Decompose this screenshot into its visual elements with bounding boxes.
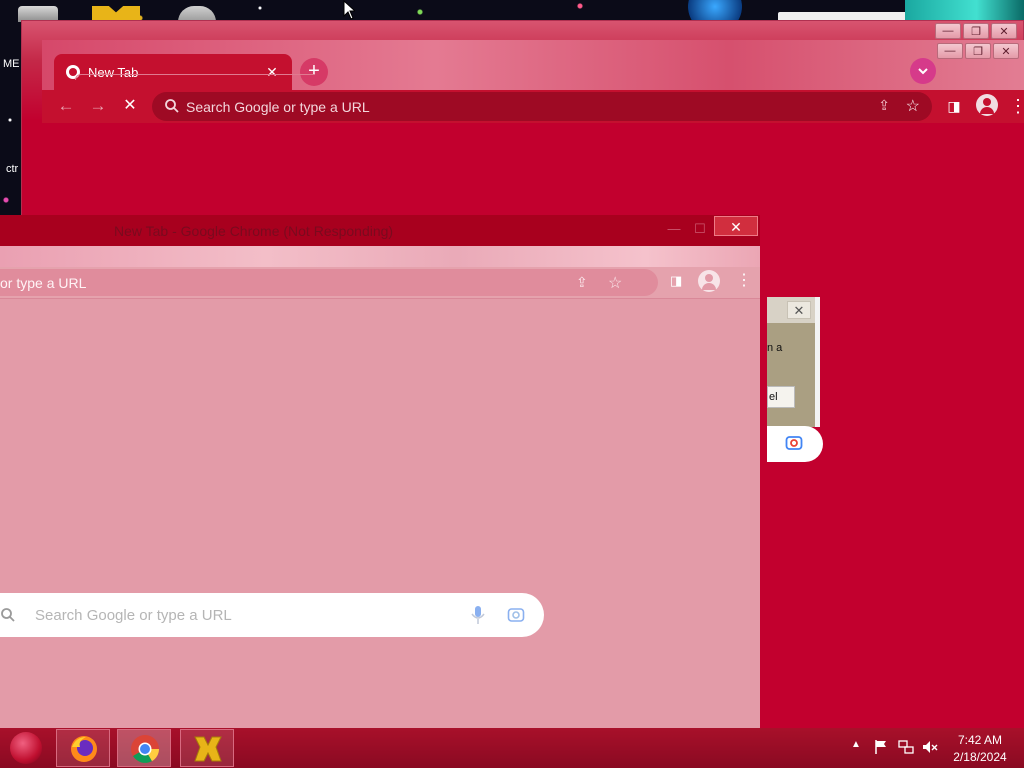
profile-avatar-icon[interactable] xyxy=(976,94,998,116)
wallpaper-glow xyxy=(680,0,750,22)
toolbar-divider xyxy=(0,298,760,299)
toolbar: or type a URL ⇪ ☆ xyxy=(0,267,760,298)
window-title: New Tab - Google Chrome (Not Responding) xyxy=(114,223,394,239)
minimize-button[interactable]: — xyxy=(937,43,963,59)
restore-button[interactable]: ❐ xyxy=(965,43,991,59)
maximize-button[interactable]: ☐ xyxy=(690,221,710,237)
dialog-fragment: ✕ n a el xyxy=(767,297,820,427)
search-icon xyxy=(1,608,15,622)
more-menu-icon[interactable]: ⋮ xyxy=(1006,94,1024,118)
taskbar-firefox[interactable] xyxy=(56,729,110,767)
dialog-border xyxy=(815,297,820,427)
close-button[interactable]: ✕ xyxy=(714,216,758,236)
taskbar-chrome[interactable] xyxy=(117,729,171,767)
google-lens-icon[interactable] xyxy=(507,606,525,624)
window-edge xyxy=(75,74,315,80)
volume-muted-icon[interactable] xyxy=(922,739,938,755)
window-caption-buttons: — ❐ ✕ xyxy=(935,23,1017,39)
address-bar[interactable]: or type a URL ⇪ ☆ xyxy=(0,269,658,296)
window-caption-buttons: — ❐ ✕ xyxy=(937,43,1019,59)
tab-strip xyxy=(0,246,760,267)
start-button[interactable] xyxy=(10,732,42,764)
action-center-flag-icon[interactable] xyxy=(874,739,888,755)
desktop-label: ctr xyxy=(6,163,19,175)
share-icon[interactable]: ⇪ xyxy=(576,274,588,291)
more-menu-icon[interactable]: ⋮ xyxy=(736,270,752,290)
taskbar: ▲ 7:42 AM 2/18/2024 xyxy=(0,728,1024,768)
wallpaper-teal-area xyxy=(905,0,1024,22)
bookmark-star-icon[interactable]: ☆ xyxy=(906,96,920,116)
new-tab-button[interactable]: + xyxy=(300,58,328,86)
taskbar-yellow-app[interactable] xyxy=(180,729,234,767)
address-bar[interactable]: Search Google or type a URL ⇪ ☆ xyxy=(152,92,932,121)
tab-new-tab[interactable]: New Tab ✕ xyxy=(54,54,292,90)
not-responding-chrome-window: New Tab - Google Chrome (Not Responding)… xyxy=(0,215,760,728)
tab-strip: New Tab ✕ + xyxy=(42,40,1024,90)
chevron-down-icon xyxy=(918,68,928,75)
address-bar-placeholder: or type a URL xyxy=(0,275,87,291)
dialog-close-button[interactable]: ✕ xyxy=(787,301,811,319)
close-button[interactable]: ✕ xyxy=(991,23,1017,39)
profile-avatar-icon[interactable] xyxy=(698,270,720,292)
bookmark-star-icon[interactable]: ☆ xyxy=(608,273,622,293)
search-icon xyxy=(165,99,179,113)
close-button[interactable]: ✕ xyxy=(993,43,1019,59)
side-panel-icon[interactable]: ◨ xyxy=(670,273,682,289)
dialog-header: ✕ xyxy=(767,297,820,323)
firefox-icon xyxy=(71,736,97,762)
ntp-search-box[interactable]: Search Google or type a URL xyxy=(0,593,544,637)
window-titlebar: New Tab - Google Chrome (Not Responding)… xyxy=(0,215,760,246)
address-bar-placeholder: Search Google or type a URL xyxy=(186,99,370,115)
google-lens-icon[interactable] xyxy=(785,434,803,452)
back-arrow-icon[interactable]: ← xyxy=(54,94,78,118)
dialog-message: n a xyxy=(767,342,783,354)
chrome-icon xyxy=(131,735,159,763)
share-icon[interactable]: ⇪ xyxy=(878,97,890,114)
side-panel-icon[interactable]: ◨ xyxy=(942,94,966,118)
microphone-icon[interactable] xyxy=(470,605,486,625)
minimize-button[interactable]: — xyxy=(664,221,684,237)
minimize-button[interactable]: — xyxy=(935,23,961,39)
clock-time[interactable]: 7:42 AM xyxy=(946,733,1014,747)
tray-show-hidden-icon[interactable]: ▲ xyxy=(851,739,861,750)
network-icon[interactable] xyxy=(898,739,914,755)
yellow-app-icon xyxy=(194,736,222,762)
search-placeholder: Search Google or type a URL xyxy=(35,607,232,624)
dialog-cancel-button[interactable]: el xyxy=(767,386,795,408)
desktop-label: ME xyxy=(3,58,20,70)
forward-arrow-icon[interactable]: → xyxy=(86,94,110,118)
clock-date[interactable]: 2/18/2024 xyxy=(946,750,1014,764)
toolbar: ← → ✕ Search Google or type a URL ⇪ ☆ ◨ … xyxy=(42,90,1024,123)
search-box-fragment xyxy=(767,426,823,462)
stop-loading-icon[interactable]: ✕ xyxy=(118,94,142,118)
tab-search-button[interactable] xyxy=(910,58,936,84)
restore-button[interactable]: ❐ xyxy=(963,23,989,39)
mouse-cursor-icon xyxy=(343,0,355,20)
